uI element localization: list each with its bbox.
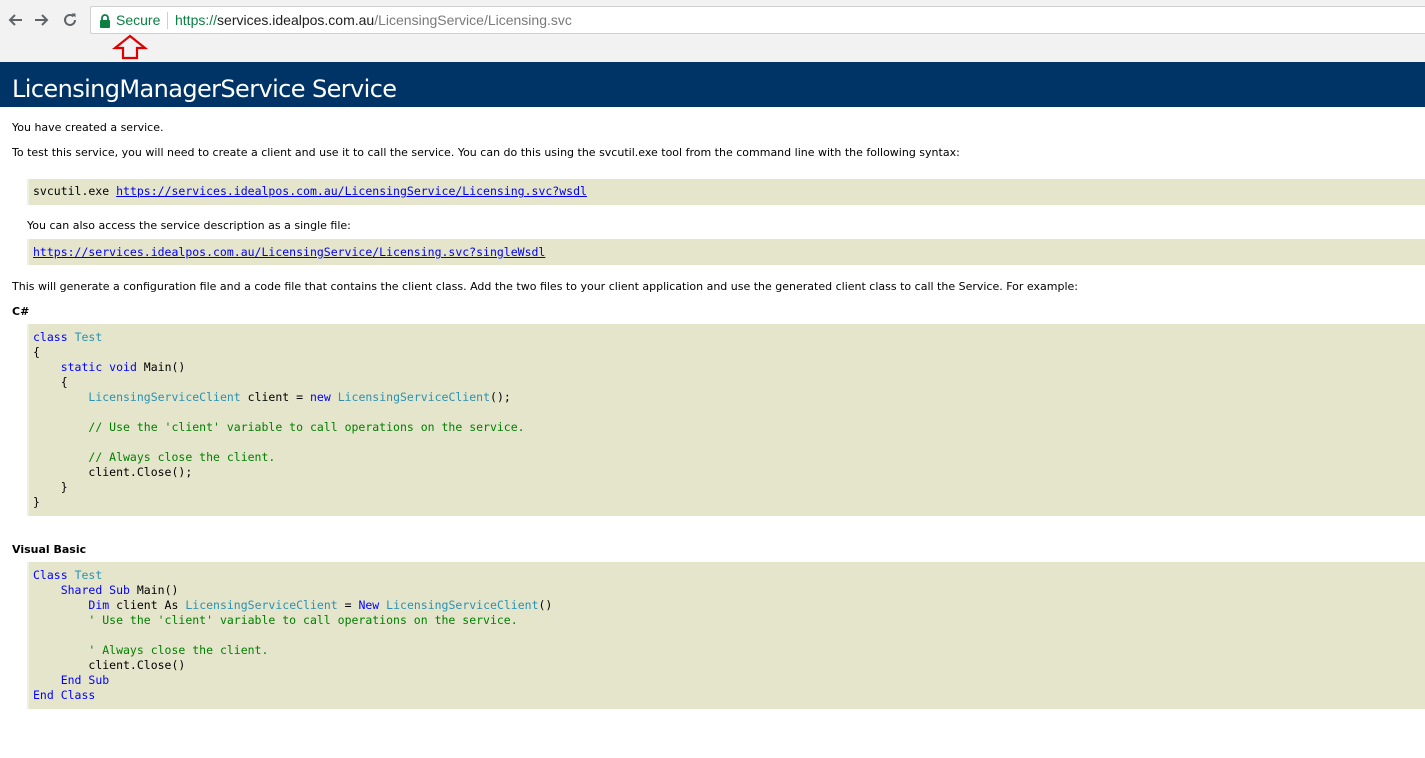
cs-inner-close-brace: }: [60, 480, 68, 494]
single-wsdl-line: https://services.idealpos.com.au/Licensi…: [33, 245, 545, 260]
test-instructions-text: To test this service, you will need to c…: [12, 146, 960, 159]
cs-client-ctor: LicensingServiceClient: [337, 390, 491, 404]
vb-end-sub: End Sub: [60, 673, 110, 687]
lock-icon: [100, 14, 110, 28]
cs-close-brace: }: [33, 495, 40, 509]
vb-ctor-end: (): [538, 598, 553, 612]
cs-new-keyword: new: [309, 390, 331, 404]
single-file-text: You can also access the service descript…: [27, 219, 351, 232]
back-arrow-icon[interactable]: [4, 9, 26, 31]
vb-shared-sub: Shared Sub: [60, 583, 130, 597]
cs-open-brace: {: [33, 345, 40, 359]
intro-text: You have created a service.: [12, 121, 164, 134]
vb-new-keyword: New: [358, 598, 380, 612]
vb-class-keyword: Class: [33, 568, 68, 582]
csharp-code: class Test { static void Main() { Licens…: [33, 330, 525, 510]
url-scheme: https://: [175, 12, 218, 28]
url-host: services.idealpos.com.au: [217, 12, 375, 28]
svcutil-command-line: svcutil.exe https://services.idealpos.co…: [33, 184, 587, 199]
cs-client-decl: client =: [240, 390, 310, 404]
cs-comment-use-client: // Use the 'client' variable to call ope…: [88, 420, 525, 434]
single-wsdl-link[interactable]: https://services.idealpos.com.au/Licensi…: [33, 245, 545, 259]
address-separator: [167, 12, 168, 29]
browser-toolbar: Secure https://services.idealpos.com.au/…: [0, 0, 1425, 62]
vb-client-ctor: LicensingServiceClient: [386, 598, 539, 612]
svcutil-command: svcutil.exe: [33, 184, 110, 198]
wsdl-link[interactable]: https://services.idealpos.com.au/Licensi…: [116, 184, 587, 198]
cs-ctor-end: ();: [490, 390, 511, 404]
cs-class-name: Test: [74, 330, 103, 344]
cs-main-signature: Main(): [136, 360, 186, 374]
url-path: /LicensingService/Licensing.svc: [374, 12, 572, 28]
cs-close-call: client.Close();: [88, 465, 193, 479]
cs-comment-close-client: // Always close the client.: [88, 450, 276, 464]
secure-label[interactable]: Secure: [116, 12, 160, 28]
cs-inner-open-brace: {: [60, 375, 68, 389]
vb-main-signature: Main(): [129, 583, 179, 597]
generate-text: This will generate a configuration file …: [12, 280, 1078, 293]
vb-dim-keyword: Dim: [88, 598, 110, 612]
page-title: LicensingManagerService Service: [12, 75, 397, 103]
annotation-up-arrow-icon: [112, 34, 148, 60]
vb-comment-use-client: ' Use the 'client' variable to call oper…: [88, 613, 518, 627]
cs-client-type: LicensingServiceClient: [88, 390, 241, 404]
vb-class-name: Test: [74, 568, 103, 582]
vb-equals: =: [337, 598, 359, 612]
vb-client-as: client As: [109, 598, 186, 612]
vb-comment-close-client: ' Always close the client.: [88, 643, 269, 657]
page-banner: LicensingManagerService Service: [0, 62, 1425, 107]
forward-arrow-icon[interactable]: [31, 9, 53, 31]
url-text[interactable]: https://services.idealpos.com.au/Licensi…: [175, 12, 572, 28]
csharp-heading: C#: [12, 305, 30, 318]
address-bar[interactable]: Secure https://services.idealpos.com.au/…: [90, 6, 1425, 34]
vb-close-call: client.Close(): [88, 658, 186, 672]
vb-code: Class Test Shared Sub Main() Dim client …: [33, 568, 552, 703]
vb-heading: Visual Basic: [12, 543, 87, 556]
reload-icon[interactable]: [59, 9, 81, 31]
cs-static-void: static void: [60, 360, 137, 374]
vb-client-type: LicensingServiceClient: [185, 598, 338, 612]
cs-class-keyword: class: [33, 330, 68, 344]
vb-end-class: End Class: [33, 688, 96, 702]
